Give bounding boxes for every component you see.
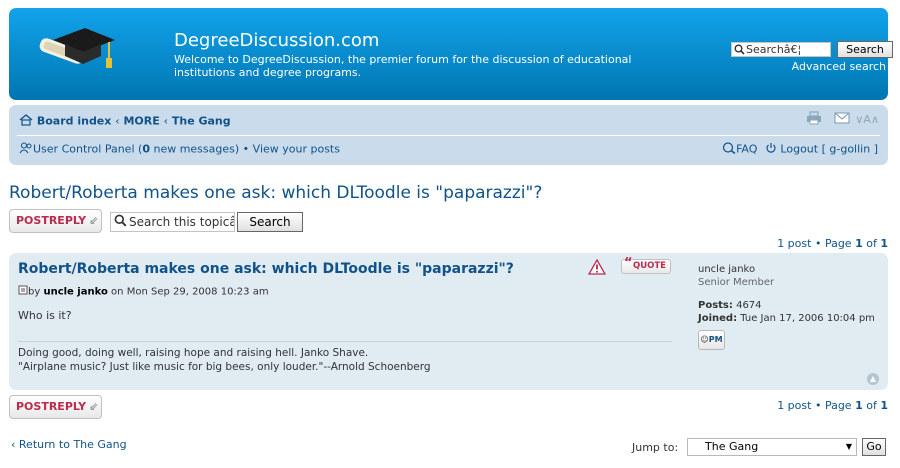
- font-size-up-icon: ∧: [870, 113, 879, 126]
- reply-arrow-icon: ⇙: [89, 214, 99, 227]
- post-reply-label: POSTREPLY: [16, 214, 87, 227]
- current-page: 1: [855, 237, 863, 250]
- breadcrumb: Board index ‹ MORE ‹ The Gang: [19, 114, 231, 129]
- report-icon[interactable]: [587, 258, 607, 275]
- reply-arrow-icon: ⇙: [89, 400, 99, 413]
- search-input-value: Searchâ€¦: [746, 43, 802, 56]
- site-description: Welcome to DegreeDiscussion, the premier…: [174, 53, 632, 79]
- font-size-label: A: [863, 113, 871, 126]
- page-label: Page: [824, 399, 852, 412]
- post-count: 1 post: [777, 237, 812, 250]
- site-title[interactable]: DegreeDiscussion.com: [174, 30, 379, 51]
- page-of: of: [866, 237, 877, 250]
- joined-label: Joined:: [698, 313, 738, 324]
- topic-search-value: Search this topicâ: [129, 215, 235, 229]
- post-reply-button[interactable]: POSTREPLY ⇙: [9, 209, 102, 233]
- pm-label: PM: [708, 335, 723, 344]
- on-label: on: [111, 286, 124, 298]
- post-count: 1 post: [777, 399, 812, 412]
- new-messages-link[interactable]: new messages: [153, 143, 234, 156]
- page-label: Page: [824, 237, 852, 250]
- page-of: of: [866, 399, 877, 412]
- view-your-posts-link[interactable]: View your posts: [253, 143, 340, 156]
- jump-to-label: Jump to:: [632, 441, 679, 454]
- post-author[interactable]: uncle janko: [43, 287, 107, 298]
- users-icon: [19, 142, 33, 157]
- search-icon: [734, 44, 745, 56]
- return-link[interactable]: ‹ Return to The Gang: [11, 438, 127, 451]
- pagination-top: 1 post • Page 1 of 1: [777, 237, 888, 250]
- search-button[interactable]: Search: [837, 41, 893, 58]
- return-link-label: Return to The Gang: [18, 438, 127, 451]
- post-content: Who is it?: [18, 309, 72, 322]
- post-title[interactable]: Robert/Roberta makes one ask: which DLTo…: [18, 261, 514, 277]
- pagination-bottom: 1 post • Page 1 of 1: [777, 399, 888, 412]
- new-messages-count[interactable]: 0: [142, 143, 150, 156]
- post-reply-button[interactable]: POSTREPLY ⇙: [9, 395, 102, 419]
- chevron-down-icon: ▼: [845, 442, 852, 451]
- breadcrumb-separator: ‹: [115, 114, 120, 128]
- breadcrumb-more[interactable]: MORE: [123, 115, 159, 128]
- topic-search-button[interactable]: Search: [237, 212, 303, 232]
- post-reply-label: POSTREPLY: [16, 400, 87, 413]
- quote-label: QUOTE: [633, 261, 666, 271]
- profile-posts: Posts: 4674: [698, 299, 883, 312]
- graduation-cap-logo-icon[interactable]: [35, 22, 125, 80]
- user-actions: FAQ Logout [ g-gollin ]: [722, 142, 878, 157]
- navbar-divider: [17, 135, 880, 136]
- profile-rank: Senior Member: [698, 277, 775, 288]
- signature-line: "Airplane music? Just like music for big…: [18, 361, 431, 373]
- total-pages: 1: [880, 399, 888, 412]
- breadcrumb-the-gang[interactable]: The Gang: [172, 115, 231, 128]
- post: Robert/Roberta makes one ask: which DLTo…: [9, 253, 888, 390]
- chevron-left-icon: ‹: [11, 438, 16, 451]
- post-profile: uncle janko Senior Member Posts: 4674 Jo…: [698, 263, 883, 325]
- go-button[interactable]: Go: [862, 438, 886, 456]
- back-to-top-icon[interactable]: ▲: [867, 373, 879, 385]
- profile-username[interactable]: uncle janko: [698, 263, 883, 276]
- advanced-search-link[interactable]: Advanced search: [792, 60, 886, 73]
- breadcrumb-board-index[interactable]: Board index: [37, 115, 112, 128]
- by-label: by: [28, 286, 41, 298]
- site-header: DegreeDiscussion.com Welcome to DegreeDi…: [9, 8, 893, 100]
- profile-joined: Joined: Tue Jan 17, 2006 10:04 pm: [698, 312, 883, 325]
- logout-username[interactable]: g-gollin: [829, 143, 870, 156]
- page-tools: ∨A∧: [806, 111, 879, 128]
- quote-button[interactable]: “QUOTE: [621, 256, 671, 274]
- current-page: 1: [855, 399, 863, 412]
- quote-mark-icon: “: [624, 256, 633, 271]
- joined-date: Tue Jan 17, 2006 10:04 pm: [740, 313, 875, 324]
- font-size-icon[interactable]: ∨A∧: [855, 113, 879, 126]
- logout-link[interactable]: Logout: [780, 143, 818, 156]
- pm-button[interactable]: ☺PM: [698, 330, 725, 350]
- topic-search-input[interactable]: Search this topicâ: [110, 212, 235, 232]
- pm-user-icon: ☺: [700, 335, 709, 344]
- email-icon[interactable]: [834, 112, 850, 127]
- jump-to-select[interactable]: The Gang ▼: [687, 438, 857, 456]
- posts-label: Posts:: [698, 300, 733, 311]
- topic-title[interactable]: Robert/Roberta makes one ask: which DLTo…: [9, 183, 542, 203]
- post-date: Mon Sep 29, 2008 10:23 am: [126, 286, 269, 298]
- signature-line: Doing good, doing well, raising hope and…: [18, 347, 369, 359]
- navbar: Board index ‹ MORE ‹ The Gang ∨A∧ User C…: [9, 105, 888, 165]
- signature: Doing good, doing well, raising hope and…: [18, 346, 431, 374]
- search-input[interactable]: Searchâ€¦: [731, 42, 831, 57]
- post-icon[interactable]: [18, 285, 28, 298]
- print-icon[interactable]: [806, 111, 822, 128]
- signature-divider: [18, 341, 672, 342]
- logout-icon: [765, 142, 777, 157]
- user-control-panel-link[interactable]: User Control Panel: [33, 143, 135, 156]
- user-links: User Control Panel (0 new messages) • Vi…: [19, 142, 340, 157]
- home-icon: [19, 114, 33, 129]
- faq-icon: [722, 142, 736, 157]
- total-pages: 1: [880, 237, 888, 250]
- posts-count[interactable]: 4674: [736, 300, 761, 311]
- breadcrumb-separator: ‹: [163, 114, 169, 128]
- faq-link[interactable]: FAQ: [736, 143, 757, 156]
- post-author-line: by uncle janko on Mon Sep 29, 2008 10:23…: [18, 285, 269, 298]
- search-icon: [114, 214, 127, 231]
- jump-selected-value: The Gang: [705, 440, 759, 453]
